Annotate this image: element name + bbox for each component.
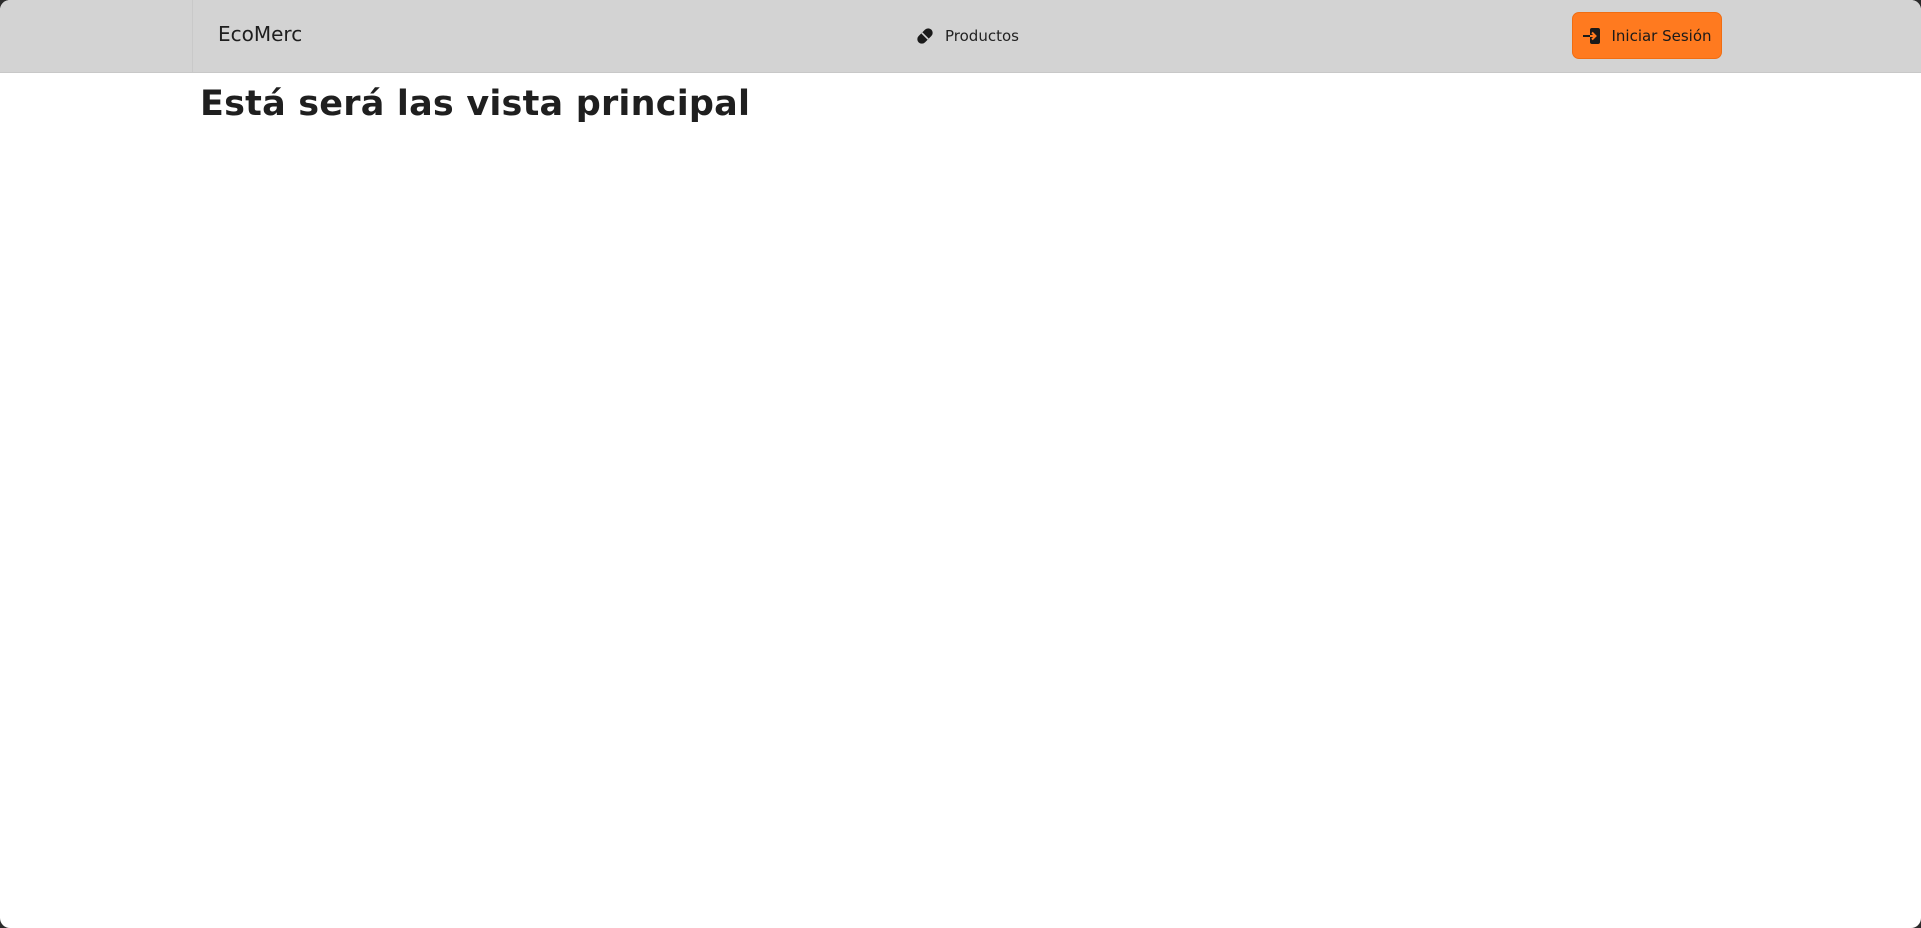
nav-link-label: Productos: [945, 27, 1019, 45]
login-button-label: Iniciar Sesión: [1611, 26, 1712, 45]
login-button[interactable]: Iniciar Sesión: [1572, 12, 1722, 59]
sign-in-icon: [1582, 26, 1602, 46]
pill-icon: [914, 25, 936, 47]
top-navbar: EcoMerc Productos Iniciar Sesión: [0, 0, 1921, 73]
page-title: Está será las vista principal: [200, 84, 751, 124]
browser-page: EcoMerc Productos Iniciar Sesión Está se…: [0, 0, 1921, 928]
brand-logo-link[interactable]: EcoMerc: [218, 22, 302, 46]
nav-link-productos[interactable]: Productos: [914, 24, 1019, 48]
navbar-container: EcoMerc Productos Iniciar Sesión: [192, 0, 1723, 72]
